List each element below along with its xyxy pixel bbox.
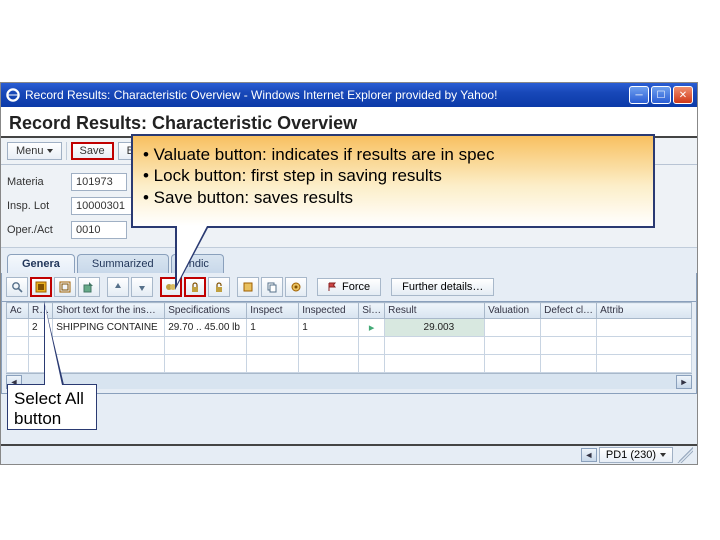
- export-icon[interactable]: [78, 277, 100, 297]
- oper-label: Oper./Act: [7, 224, 63, 236]
- insplot-label: Insp. Lot: [7, 200, 63, 212]
- col-attrib[interactable]: Attrib: [597, 303, 692, 319]
- select-all-icon[interactable]: [30, 277, 52, 297]
- chevron-down-icon: [47, 149, 53, 153]
- col-ac[interactable]: Ac: [7, 303, 29, 319]
- table-row[interactable]: 2 SHIPPING CONTAINE 29.70 .. 45.00 lb 1 …: [7, 319, 692, 337]
- minimize-button[interactable]: ─: [629, 86, 649, 104]
- save-button[interactable]: Save: [71, 142, 114, 160]
- annotation-callout: • Valuate button: indicates if results a…: [131, 134, 655, 228]
- sample-icon[interactable]: [285, 277, 307, 297]
- col-inspected[interactable]: Inspected: [299, 303, 359, 319]
- table-row: [7, 355, 692, 373]
- results-table: Ac R… Short text for the ins… Specificat…: [1, 302, 697, 394]
- insplot-field[interactable]: [71, 197, 137, 215]
- window-title: Record Results: Characteristic Overview …: [25, 88, 497, 102]
- col-short[interactable]: Short text for the ins…: [53, 303, 165, 319]
- table-row: [7, 337, 692, 355]
- status-bar: ◄ PD1 (230): [1, 444, 697, 464]
- maximize-button[interactable]: ☐: [651, 86, 671, 104]
- annotation-callout: Select All button: [7, 384, 97, 430]
- chevron-down-icon: [660, 453, 666, 457]
- material-label: Materia: [7, 176, 63, 188]
- nav-prev-button[interactable]: ◄: [581, 448, 597, 462]
- horizontal-scrollbar[interactable]: ◄ ►: [6, 373, 692, 389]
- sort-asc-icon[interactable]: [107, 277, 129, 297]
- force-button[interactable]: Force: [317, 278, 381, 296]
- further-details-button[interactable]: Further details…: [391, 278, 494, 296]
- scroll-right-button[interactable]: ►: [676, 375, 692, 389]
- ie-icon: [5, 87, 21, 103]
- sort-desc-icon[interactable]: [131, 277, 153, 297]
- tabs: Genera Summarized Indic: [1, 247, 697, 273]
- col-si[interactable]: Si…: [359, 303, 385, 319]
- close-button[interactable]: ✕: [673, 86, 693, 104]
- oper-field[interactable]: [71, 221, 127, 239]
- copy-icon[interactable]: [261, 277, 283, 297]
- deselect-all-icon[interactable]: [54, 277, 76, 297]
- tab-general[interactable]: Genera: [7, 254, 75, 273]
- detail-icon[interactable]: [237, 277, 259, 297]
- col-result[interactable]: Result: [385, 303, 485, 319]
- system-status[interactable]: PD1 (230): [599, 447, 673, 463]
- col-valuation[interactable]: Valuation: [485, 303, 541, 319]
- flag-icon: [328, 282, 338, 292]
- col-spec[interactable]: Specifications: [165, 303, 247, 319]
- resize-gripper[interactable]: [677, 447, 693, 463]
- icon-toolbar: Force Further details…: [1, 273, 697, 302]
- col-inspect[interactable]: Inspect: [247, 303, 299, 319]
- menu-button[interactable]: Menu: [7, 142, 62, 160]
- unlock-icon[interactable]: [208, 277, 230, 297]
- search-icon[interactable]: [6, 277, 28, 297]
- titlebar: Record Results: Characteristic Overview …: [1, 83, 697, 107]
- tab-summarized[interactable]: Summarized: [77, 254, 169, 273]
- col-defect[interactable]: Defect cl…: [541, 303, 597, 319]
- material-field[interactable]: [71, 173, 127, 191]
- status-ok-icon: ▸: [369, 322, 375, 334]
- table-header-row: Ac R… Short text for the ins… Specificat…: [7, 303, 692, 319]
